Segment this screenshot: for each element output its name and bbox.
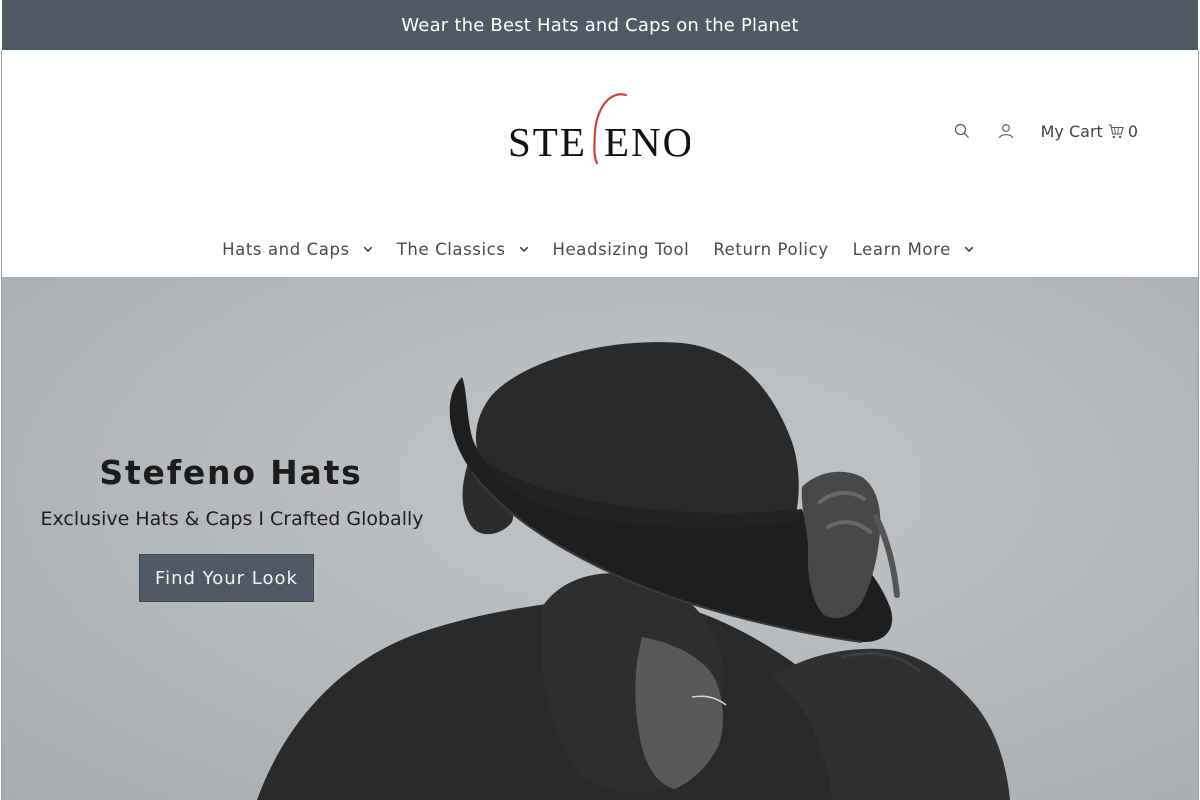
nav-item-label: Hats and Caps xyxy=(222,240,350,259)
cart-label: My Cart xyxy=(1040,121,1103,141)
brand-logo-mark: STE ENO xyxy=(508,93,690,165)
nav-item-label: The Classics xyxy=(396,240,506,259)
chevron-down-icon xyxy=(363,246,373,253)
announcement-text: Wear the Best Hats and Caps on the Plane… xyxy=(401,14,799,36)
cart-button[interactable]: My Cart 0 xyxy=(1041,122,1138,141)
chevron-down-icon xyxy=(519,246,529,253)
nav-item-hats-and-caps[interactable]: Hats and Caps xyxy=(222,240,373,259)
svg-text:STE: STE xyxy=(508,119,587,165)
user-icon[interactable] xyxy=(997,122,1015,140)
announcement-bar: Wear the Best Hats and Caps on the Plane… xyxy=(2,0,1198,50)
svg-text:ENO: ENO xyxy=(604,119,690,165)
main-nav: Hats and Caps The Classics Headsizing To… xyxy=(0,240,1196,259)
chevron-down-icon xyxy=(964,246,974,253)
hero-image xyxy=(257,342,1010,800)
search-icon[interactable] xyxy=(953,122,971,140)
cart-count: 0 xyxy=(1127,121,1138,141)
nav-item-label: Learn More xyxy=(852,240,951,259)
nav-item-return-policy[interactable]: Return Policy xyxy=(713,240,828,259)
nav-item-the-classics[interactable]: The Classics xyxy=(397,240,529,259)
hero-subtitle: Exclusive Hats & Caps I Crafted Globally xyxy=(40,508,424,530)
hero-title: Stefeno Hats xyxy=(99,453,363,492)
hero-banner: Stefeno Hats Exclusive Hats & Caps I Cra… xyxy=(2,277,1198,800)
nav-item-label: Headsizing Tool xyxy=(552,240,690,259)
nav-item-label: Return Policy xyxy=(713,240,829,259)
nav-item-learn-more[interactable]: Learn More xyxy=(853,240,974,259)
nav-item-headsizing-tool[interactable]: Headsizing Tool xyxy=(553,240,690,259)
brand-logo[interactable]: STE ENO xyxy=(508,92,690,166)
cart-icon xyxy=(1108,123,1124,139)
find-your-look-button[interactable]: Find Your Look xyxy=(139,554,314,602)
header-tools: My Cart 0 xyxy=(953,118,1138,144)
